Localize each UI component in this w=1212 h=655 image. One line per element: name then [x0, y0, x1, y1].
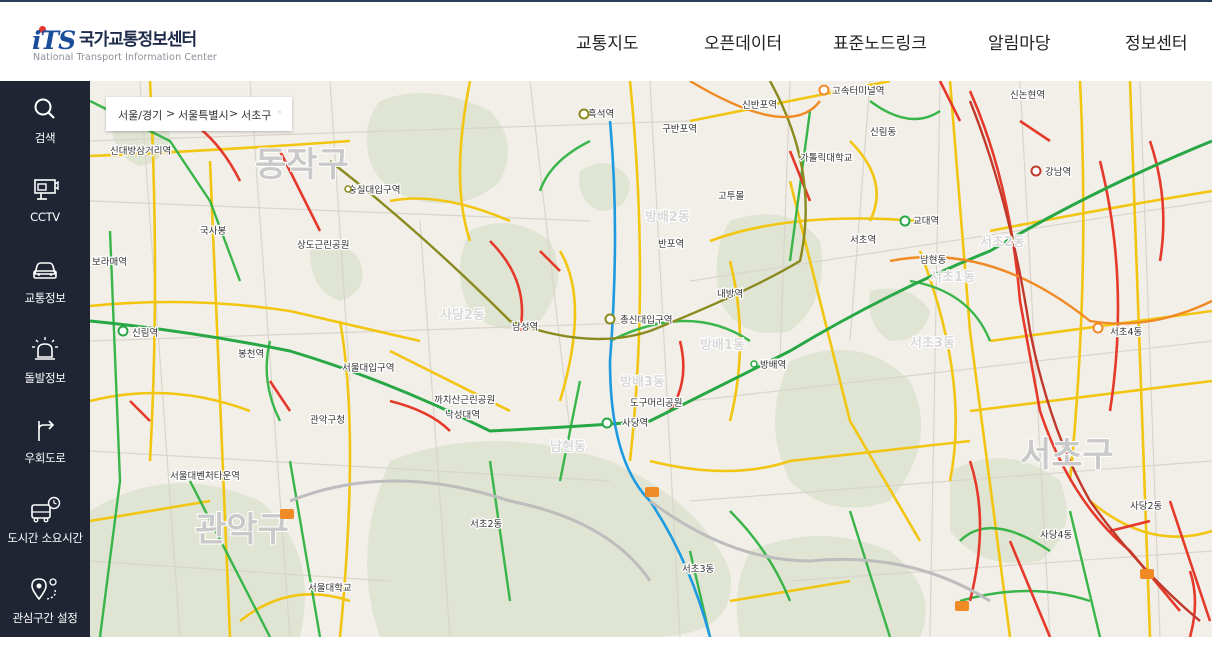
- sidebar-item-label: 우회도로: [24, 451, 66, 465]
- breadcrumb-separator: >: [166, 107, 176, 120]
- breadcrumb-region[interactable]: 서울/경기: [118, 107, 162, 123]
- place-label: 관악구청: [310, 414, 345, 426]
- place-label: 고투몰: [718, 191, 744, 202]
- place-label: 사당4동: [1040, 530, 1073, 541]
- sidebar-item-search[interactable]: 검색: [0, 95, 90, 175]
- traffic-map[interactable]: 동작구 관악구 서초구 신대방삼거리역 보라매역 국사봉 상도근린공원 숭실대입…: [90, 81, 1212, 637]
- sidebar-item-label: 관심구간 설정: [12, 611, 78, 625]
- place-label: 방배역: [760, 360, 786, 371]
- sidebar-item-label: CCTV: [30, 210, 60, 224]
- detour-icon: [38, 420, 55, 441]
- sidebar-item-detour[interactable]: 우회도로: [0, 415, 90, 495]
- place-label: 낙성대역: [445, 410, 480, 421]
- place-label: 서초2동: [470, 519, 503, 530]
- place-label: 신림동: [870, 126, 896, 138]
- place-label: 흑석역: [588, 108, 614, 120]
- breadcrumb-district[interactable]: 서초구: [241, 107, 271, 123]
- place-label: 서울대학교: [308, 583, 352, 594]
- place-label: 서초3동: [682, 564, 715, 575]
- district-label-gwanak: 관악구: [195, 510, 289, 550]
- place-label: 남현동: [920, 255, 946, 266]
- place-label: 서초역: [850, 235, 876, 246]
- place-label: 가톨릭대학교: [800, 152, 853, 164]
- main-nav: 교통지도 오픈데이터 표준노드링크 알림마당 정보센터: [0, 29, 1212, 55]
- place-label: 신논현역: [1010, 90, 1045, 101]
- dong-label: 방배3동: [620, 374, 665, 390]
- sidebar-item-label: 검색: [34, 131, 56, 145]
- district-label-dongjak: 동작구: [255, 145, 349, 185]
- dong-label: 서초1동: [930, 270, 975, 285]
- sidebar-item-traffic-info[interactable]: 교통정보: [0, 255, 90, 335]
- sidebar-item-intercity-time[interactable]: 도시간 소요시간: [0, 495, 90, 575]
- place-label: 내방역: [717, 289, 743, 300]
- place-label: 총신대입구역: [620, 314, 672, 326]
- sidebar-item-label: 도시간 소요시간: [7, 531, 83, 545]
- dong-label: 방배2동: [645, 209, 690, 225]
- nav-standard-node-link[interactable]: 표준노드링크: [833, 29, 927, 54]
- pin-route-icon: [31, 578, 57, 601]
- place-label: 상도근린공원: [297, 240, 349, 251]
- breadcrumb-city[interactable]: 서울특별시: [178, 107, 229, 123]
- left-sidebar: 검색 CCTV 교통정보 돌발정보 우회도로 도시간 소요시간 관심구간 설정: [0, 81, 90, 637]
- place-label: 신반포역: [742, 100, 777, 111]
- place-label: 사당역: [622, 418, 648, 429]
- dong-label: 서초3동: [910, 336, 955, 351]
- travel-time-icon: [31, 496, 61, 523]
- breadcrumb-separator: >: [229, 107, 239, 120]
- car-icon: [33, 262, 57, 279]
- search-icon: [34, 98, 55, 119]
- dong-label: 서초2동: [980, 235, 1025, 250]
- place-label: 반포역: [658, 239, 684, 250]
- dong-label: 방배1동: [700, 337, 745, 353]
- nav-info-center[interactable]: 정보센터: [1125, 29, 1188, 54]
- sidebar-item-label: 돌발정보: [24, 371, 66, 385]
- nav-traffic-map[interactable]: 교통지도: [576, 29, 639, 54]
- place-label: 고속터미널역: [832, 86, 884, 97]
- chevron-down-icon[interactable]: ◦: [277, 108, 282, 117]
- nav-notice[interactable]: 알림마당: [988, 29, 1051, 54]
- place-label: 서울대입구역: [342, 362, 394, 374]
- place-label: 서울대벤처타운역: [170, 470, 240, 482]
- place-label: 서초4동: [1110, 327, 1143, 338]
- place-label: 봉천역: [238, 349, 264, 360]
- map-canvas[interactable]: 동작구 관악구 서초구 신대방삼거리역 보라매역 국사봉 상도근린공원 숭실대입…: [90, 81, 1212, 637]
- place-label: 국사봉: [200, 226, 226, 237]
- place-label: 강남역: [1045, 167, 1071, 178]
- cctv-icon: [34, 179, 59, 200]
- top-header: iTS 국가교통정보센터 National Transport Informat…: [0, 0, 1212, 81]
- alert-light-icon: [32, 337, 58, 360]
- place-label: 까치산근린공원: [434, 394, 495, 406]
- dong-label: 남현동: [550, 439, 586, 455]
- place-label: 신림역: [132, 327, 158, 339]
- place-label: 보라매역: [92, 257, 127, 268]
- sidebar-item-interest-section[interactable]: 관심구간 설정: [0, 575, 90, 655]
- place-label: 숭실대입구역: [348, 184, 400, 196]
- place-label: 사당2동: [1130, 501, 1163, 512]
- district-label-seocho: 서초구: [1020, 435, 1114, 475]
- nav-open-data[interactable]: 오픈데이터: [704, 29, 782, 54]
- place-label: 남성역: [512, 322, 538, 333]
- place-label: 신대방삼거리역: [110, 146, 171, 157]
- place-label: 도구머리공원: [630, 398, 682, 409]
- sidebar-item-cctv[interactable]: CCTV: [0, 175, 90, 255]
- location-breadcrumb: 서울/경기 > 서울특별시 > 서초구 ◦: [106, 97, 292, 131]
- sidebar-item-incident-info[interactable]: 돌발정보: [0, 335, 90, 415]
- place-label: 구반포역: [662, 124, 697, 135]
- sidebar-item-label: 교통정보: [24, 291, 66, 305]
- place-label: 교대역: [913, 216, 939, 227]
- dong-label: 사당2동: [440, 307, 485, 323]
